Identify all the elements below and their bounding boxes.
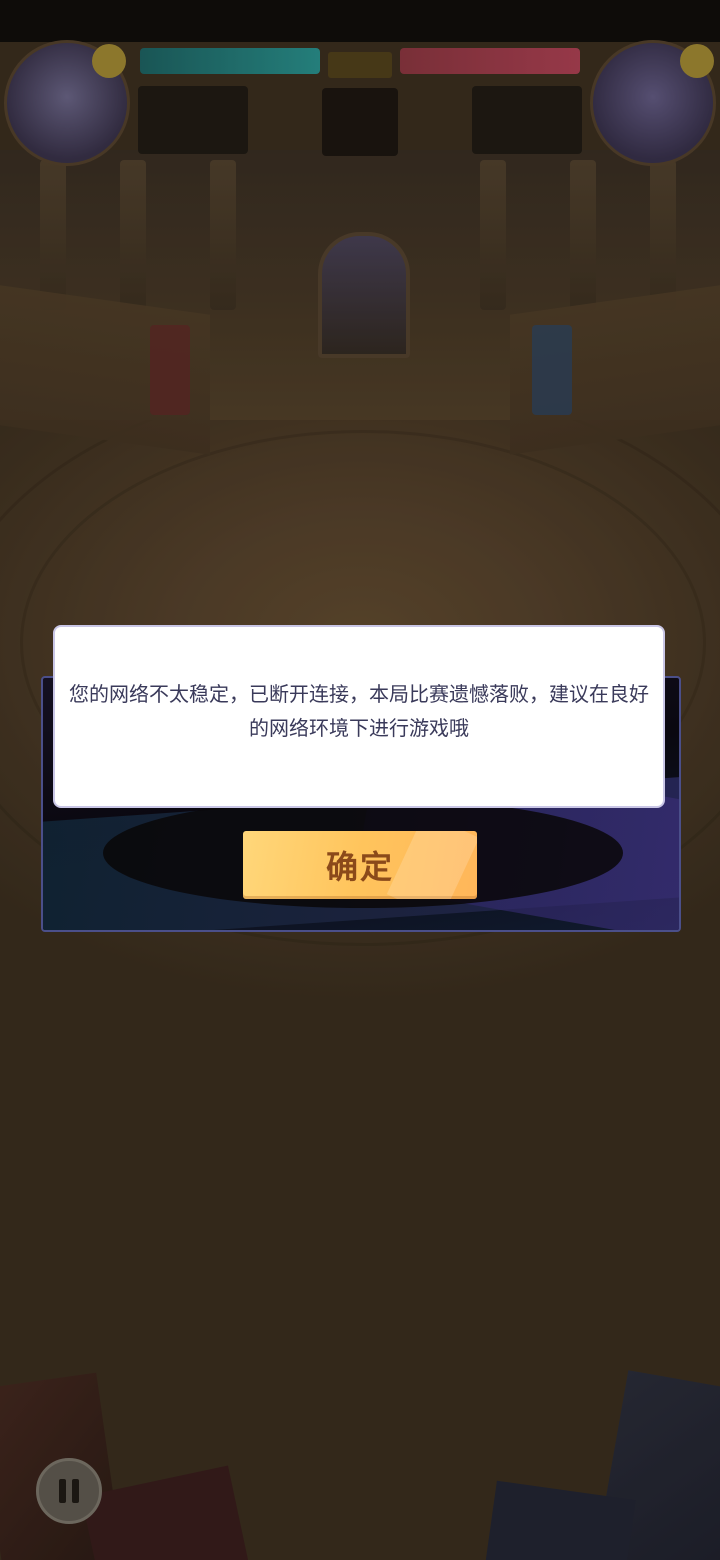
confirm-button[interactable]: 确定 xyxy=(243,831,477,899)
message-card: 您的网络不太稳定，已断开连接，本局比赛遗憾落败，建议在良好的网络环境下进行游戏哦 xyxy=(53,625,665,808)
button-shine xyxy=(386,831,477,899)
confirm-label: 确定 xyxy=(325,848,394,886)
disconnect-message: 您的网络不太稳定，已断开连接，本局比赛遗憾落败，建议在良好的网络环境下进行游戏哦 xyxy=(69,682,649,740)
